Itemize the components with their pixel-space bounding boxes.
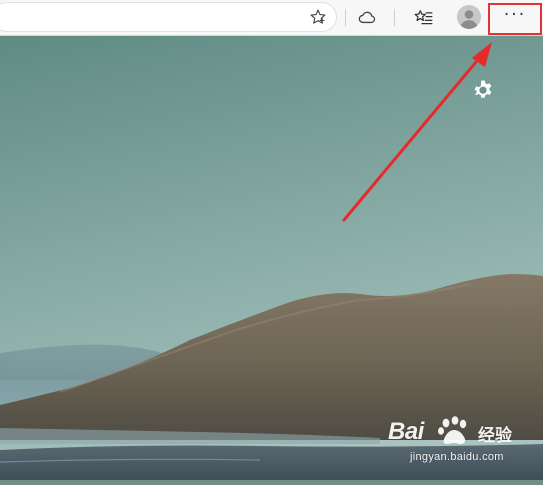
profile-avatar-button[interactable]	[457, 5, 481, 29]
watermark-brand-suffix: 经验	[478, 426, 512, 445]
settings-and-more-button[interactable]: ···	[488, 3, 542, 35]
collections-button[interactable]	[353, 4, 381, 30]
star-outline-icon	[310, 9, 326, 24]
watermark-brand: Bai	[388, 418, 424, 445]
toolbar-divider	[394, 9, 395, 26]
add-favorite-button[interactable]	[304, 4, 332, 30]
page-settings-button[interactable]	[471, 79, 495, 103]
browser-toolbar: ···	[0, 0, 543, 36]
toolbar-divider	[345, 9, 346, 26]
baidu-jingyan-watermark: Bai 经验 jingyan.baidu.com	[388, 416, 538, 476]
cloud-icon	[358, 11, 376, 24]
address-bar[interactable]	[0, 2, 337, 32]
favorites-button[interactable]	[410, 4, 438, 30]
avatar-icon	[457, 5, 481, 29]
favorites-star-list-icon	[414, 10, 433, 25]
baidu-paw-logo	[438, 416, 467, 444]
gear-icon	[474, 80, 492, 98]
more-icon: ···	[503, 5, 527, 25]
new-tab-background: Bai 经验 jingyan.baidu.com	[0, 36, 543, 480]
annotation-arrow	[342, 42, 492, 222]
watermark-url: jingyan.baidu.com	[410, 451, 504, 463]
